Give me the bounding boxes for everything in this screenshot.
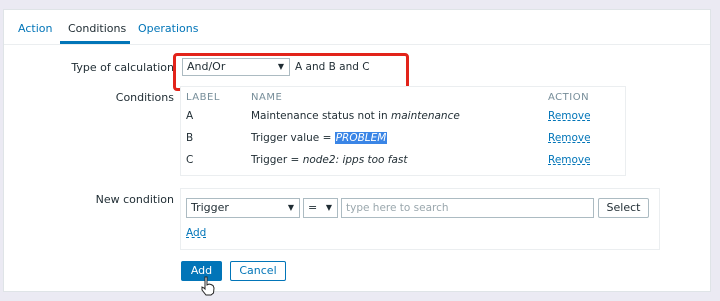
remove-condition-c-link[interactable]: Remove bbox=[548, 154, 591, 166]
type-of-calculation-label: Type of calculation bbox=[71, 61, 174, 74]
active-tab-indicator bbox=[60, 41, 130, 44]
tab-bar: Action Conditions Operations bbox=[4, 10, 710, 45]
select-trigger-button[interactable]: Select bbox=[598, 198, 649, 218]
condition-name-c: Trigger = node2: ipps too fast bbox=[251, 154, 408, 166]
condition-name-b: Trigger value = PROBLEM bbox=[251, 132, 388, 144]
column-header-name: NAME bbox=[251, 92, 283, 103]
chevron-down-icon: ▼ bbox=[287, 203, 294, 212]
chevron-down-icon: ▼ bbox=[325, 203, 332, 212]
condition-label-a: A bbox=[186, 110, 194, 122]
remove-condition-b-link[interactable]: Remove bbox=[548, 132, 591, 144]
condition-label-c: C bbox=[186, 154, 194, 166]
remove-condition-a-link[interactable]: Remove bbox=[548, 110, 591, 122]
tab-conditions[interactable]: Conditions bbox=[68, 22, 126, 35]
hand-pointer-icon bbox=[201, 276, 215, 296]
add-condition-link[interactable]: Add bbox=[186, 227, 206, 239]
condition-type-value: Trigger bbox=[191, 201, 229, 214]
column-header-label: LABEL bbox=[186, 92, 220, 103]
action-form-panel: Action Conditions Operations Type of cal… bbox=[3, 9, 711, 296]
condition-label-b: B bbox=[186, 132, 194, 144]
tab-action[interactable]: Action bbox=[18, 22, 52, 35]
selected-text: PROBLEM bbox=[334, 132, 388, 144]
conditions-label: Conditions bbox=[115, 91, 174, 104]
cancel-button[interactable]: Cancel bbox=[230, 261, 286, 281]
new-condition-label: New condition bbox=[95, 193, 174, 206]
condition-operator-select[interactable]: = ▼ bbox=[303, 198, 338, 218]
tab-operations[interactable]: Operations bbox=[138, 22, 198, 35]
condition-type-select[interactable]: Trigger ▼ bbox=[186, 198, 300, 218]
column-header-action: ACTION bbox=[548, 92, 590, 103]
condition-operator-value: = bbox=[308, 201, 318, 214]
trigger-search-input[interactable]: type here to search bbox=[341, 198, 594, 218]
condition-name-a: Maintenance status not in maintenance bbox=[251, 110, 460, 122]
